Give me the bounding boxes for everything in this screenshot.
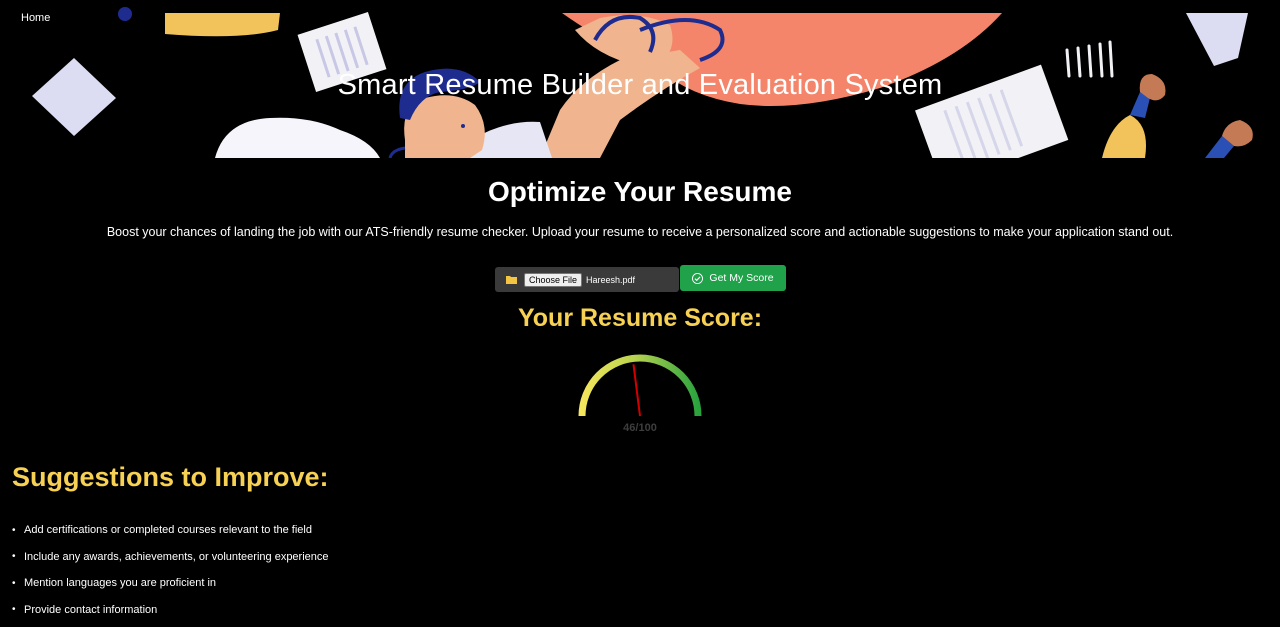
site-title: Smart Resume Builder and Evaluation Syst… — [337, 69, 943, 101]
list-item: • Add certifications or completed courses… — [12, 524, 312, 537]
gauge-arc — [578, 354, 702, 417]
suggestion-text: Mention languages you are proficient in — [24, 577, 217, 590]
hero-banner: Smart Resume Builder and Evaluation Syst… — [0, 0, 1280, 158]
get-score-label: Get My Score — [709, 272, 774, 284]
list-item: • Include any awards, achievements, or vo… — [12, 550, 329, 563]
list-item: • Mention languages you are proficient in — [12, 577, 217, 590]
score-value: 46/100 — [623, 422, 657, 434]
choose-file-button[interactable]: Choose File — [524, 272, 583, 287]
suggestion-text: Provide contact information — [24, 603, 158, 616]
page-heading: Optimize Your Resume — [488, 176, 792, 207]
score-heading: Your Resume Score: — [517, 304, 763, 332]
gauge-needle — [632, 364, 641, 417]
suggestions-list: • Add certifications or completed courses… — [12, 517, 329, 623]
folder-icon — [506, 274, 518, 286]
suggestions-heading: Suggestions to Improve: — [12, 462, 329, 492]
selected-file-name: Hareesh.pdf — [586, 274, 636, 285]
score-gauge — [578, 354, 702, 417]
check-icon — [692, 272, 704, 284]
nav-home-link[interactable]: Home — [21, 12, 50, 24]
file-upload-field[interactable]: Choose File Hareesh.pdf — [495, 267, 679, 292]
suggestion-text: Include any awards, achievements, or vol… — [24, 550, 329, 563]
suggestion-text: Add certifications or completed courses … — [24, 524, 312, 537]
get-score-button[interactable]: Get My Score — [680, 265, 786, 291]
list-item: • Provide contact information — [12, 603, 158, 616]
intro-text: Boost your chances of landing the job wi… — [106, 225, 1174, 239]
